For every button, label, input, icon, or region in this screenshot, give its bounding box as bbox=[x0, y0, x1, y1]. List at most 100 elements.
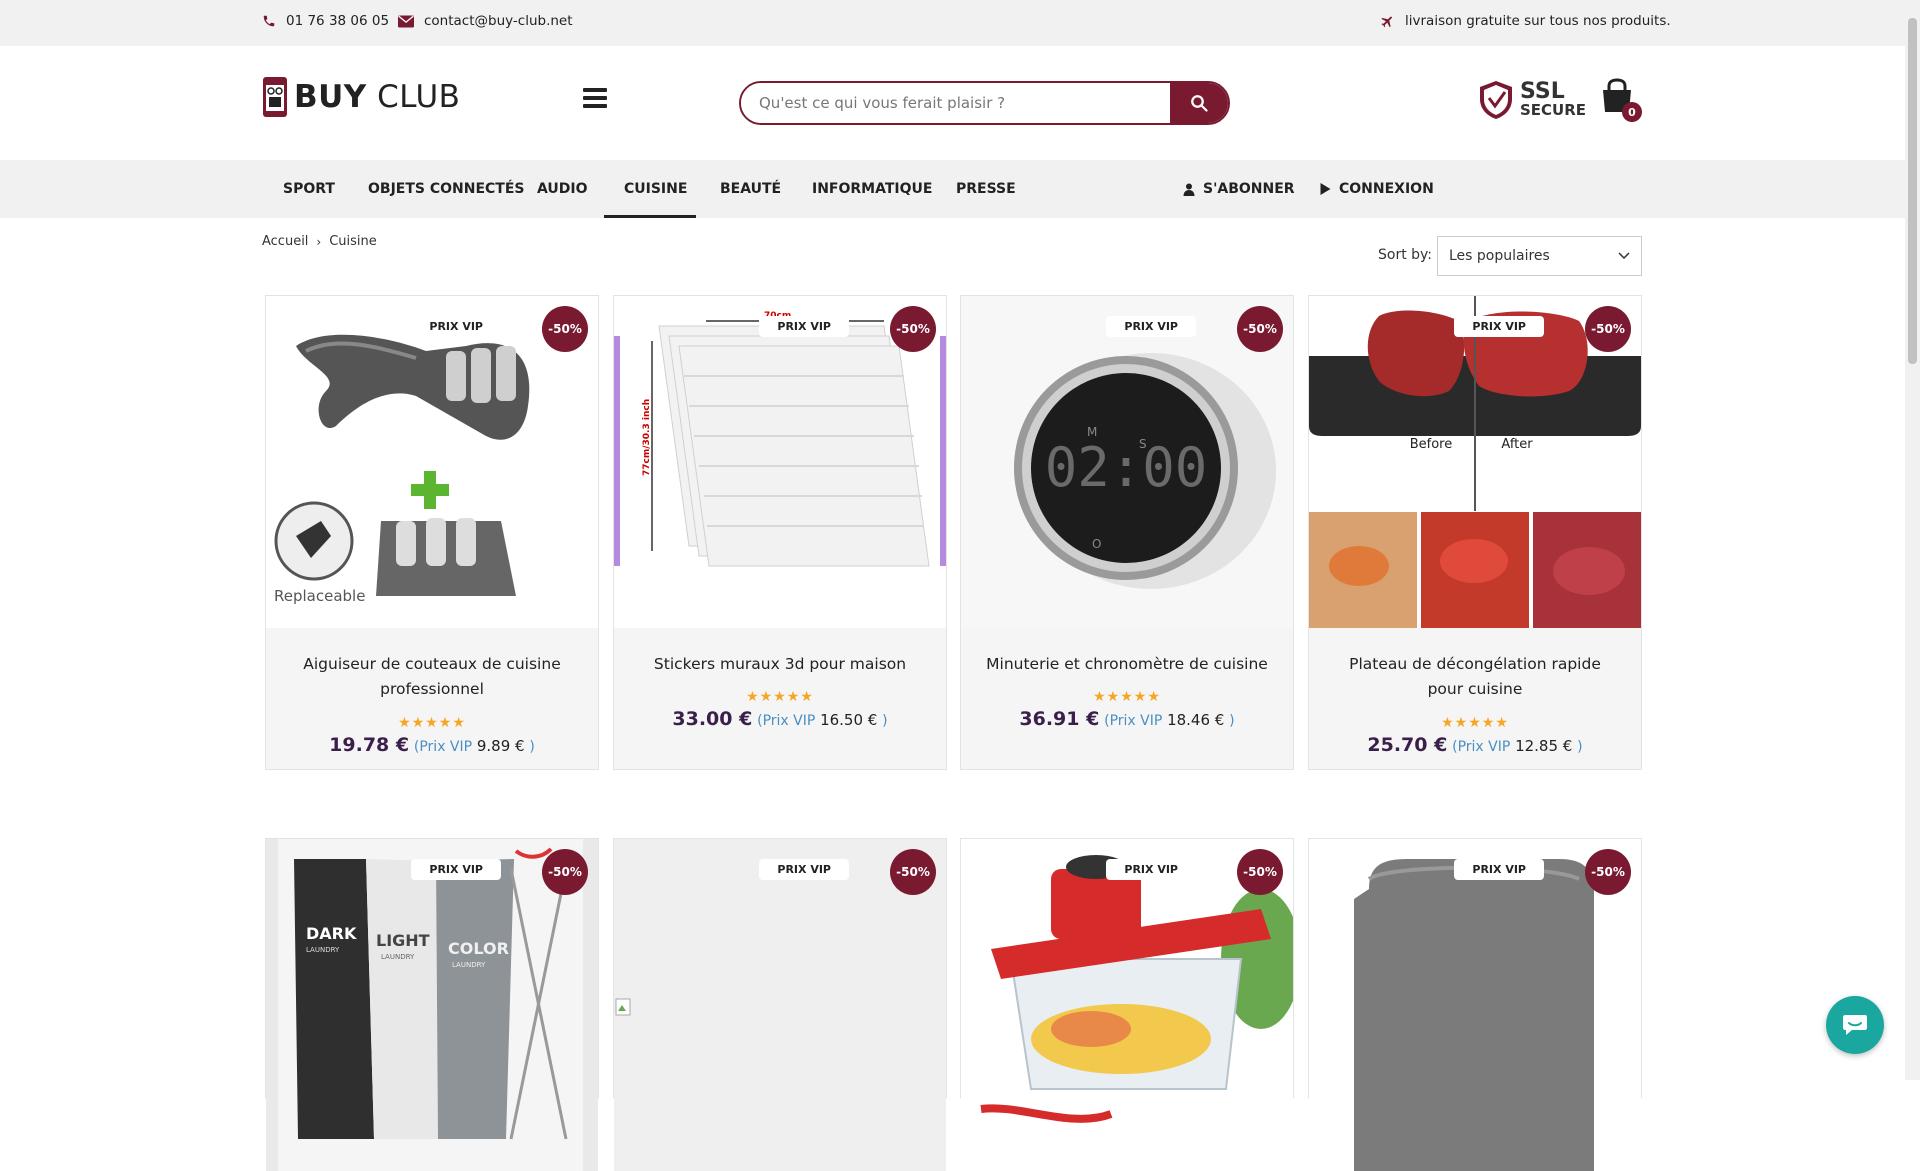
user-icon bbox=[1183, 183, 1195, 196]
sort-value: Les populaires bbox=[1449, 248, 1550, 264]
product-card[interactable]: PRIX VIP -50% bbox=[613, 838, 947, 1171]
search-input[interactable] bbox=[741, 83, 1170, 123]
svg-text:M: M bbox=[1087, 425, 1097, 439]
breadcrumb: Accueil › Cuisine bbox=[262, 234, 377, 249]
price-vip-close: ) bbox=[1229, 713, 1235, 729]
main-nav: SPORT OBJETS CONNECTÉS AUDIO CUISINE BEA… bbox=[0, 160, 1905, 218]
logo[interactable]: BUY CLUB bbox=[262, 76, 460, 118]
nav-item-informatique[interactable]: INFORMATIQUE bbox=[812, 160, 932, 218]
phone-contact[interactable]: 01 76 38 06 05 bbox=[262, 13, 389, 29]
logo-text-light: CLUB bbox=[377, 79, 461, 115]
gray-product-image bbox=[1309, 839, 1641, 1171]
hamper-label-color: COLOR bbox=[448, 939, 509, 958]
product-title[interactable]: Minuterie et chronomètre de cuisine bbox=[981, 652, 1273, 677]
page-scrollbar[interactable] bbox=[1905, 0, 1920, 1080]
product-image: 70cm 77cm/30.3 inch bbox=[614, 296, 946, 628]
discount-badge: -50% bbox=[890, 306, 936, 352]
chat-bubble-icon bbox=[1843, 1015, 1867, 1035]
phone-icon bbox=[263, 15, 275, 27]
breadcrumb-home[interactable]: Accueil bbox=[262, 234, 308, 249]
hamper-sub-dark: LAUNDRY bbox=[306, 946, 340, 954]
logo-text: BUY CLUB bbox=[294, 79, 460, 115]
vip-badge: PRIX VIP bbox=[411, 316, 501, 337]
cart-button[interactable]: 0 bbox=[1600, 78, 1642, 122]
price-vip-label: (Prix VIP bbox=[757, 713, 816, 729]
discount-badge: -50% bbox=[890, 849, 936, 895]
sort-label: Sort by: bbox=[1378, 247, 1433, 263]
price-vip-close: ) bbox=[882, 713, 888, 729]
search-button[interactable] bbox=[1170, 83, 1228, 123]
shipping-notice: livraison gratuite sur tous nos produits… bbox=[1380, 13, 1671, 29]
rating-stars: ★★★★★ bbox=[1441, 715, 1509, 731]
svg-text:S: S bbox=[1139, 437, 1147, 451]
product-image: DARK LAUNDRY LIGHT LAUNDRY COLOR LAUNDRY bbox=[266, 839, 598, 1171]
price-vip-close: ) bbox=[1577, 739, 1583, 755]
discount-badge: -50% bbox=[542, 849, 588, 895]
nav-item-beaute[interactable]: BEAUTÉ bbox=[720, 160, 781, 218]
product-card[interactable]: PRIX VIP -50% bbox=[960, 838, 1294, 1171]
header: BUY CLUB SSL SECURE 0 bbox=[0, 46, 1905, 160]
price-vip-value: 16.50 € bbox=[820, 711, 878, 729]
product-card[interactable]: DARK LAUNDRY LIGHT LAUNDRY COLOR LAUNDRY… bbox=[265, 838, 599, 1171]
subscribe-link[interactable]: S'ABONNER bbox=[1183, 160, 1295, 218]
login-link[interactable]: CONNEXION bbox=[1320, 160, 1434, 218]
product-card[interactable]: Replaceable PRIX VIP -50% Aiguiseur de c… bbox=[265, 295, 599, 770]
product-image bbox=[614, 839, 946, 1171]
svg-text:O: O bbox=[1092, 537, 1101, 551]
discount-badge: -50% bbox=[542, 306, 588, 352]
hamburger-line bbox=[583, 96, 607, 100]
product-price: 19.78 € (Prix VIP 9.89 € ) bbox=[266, 734, 598, 756]
hamburger-line bbox=[583, 88, 607, 92]
ssl-line2: SECURE bbox=[1520, 101, 1587, 119]
product-card[interactable]: Before After PRIX VIP -50% Plateau de dé… bbox=[1308, 295, 1642, 770]
price-vip-close: ) bbox=[529, 739, 535, 755]
broken-image-icon bbox=[614, 839, 946, 1171]
product-title[interactable]: Plateau de décongélation rapide pour cui… bbox=[1329, 652, 1621, 702]
nav-item-presse[interactable]: PRESSE bbox=[956, 160, 1016, 218]
hamper-label-dark: DARK bbox=[306, 924, 357, 943]
product-price: 33.00 € (Prix VIP 16.50 € ) bbox=[614, 708, 946, 730]
discount-badge: -50% bbox=[1237, 849, 1283, 895]
product-card[interactable]: 70cm 77cm/30.3 inch PRIX VIP -50% Sticke… bbox=[613, 295, 947, 770]
sort-dropdown[interactable]: Les populaires bbox=[1437, 236, 1642, 276]
menu-toggle-button[interactable] bbox=[583, 88, 607, 108]
product-title[interactable]: Stickers muraux 3d pour maison bbox=[634, 652, 926, 677]
nav-item-audio[interactable]: AUDIO bbox=[537, 160, 588, 218]
discount-badge: -50% bbox=[1585, 306, 1631, 352]
height-label: 77cm/30.3 inch bbox=[642, 399, 652, 476]
subscribe-label: S'ABONNER bbox=[1203, 181, 1295, 197]
product-title[interactable]: Aiguiseur de couteaux de cuisine profess… bbox=[286, 652, 578, 702]
rating-stars: ★★★★★ bbox=[746, 689, 814, 705]
envelope-icon bbox=[398, 15, 414, 27]
ssl-text: SSL SECURE bbox=[1520, 81, 1587, 119]
product-card[interactable]: PRIX VIP -50% bbox=[1308, 838, 1642, 1171]
product-image bbox=[961, 839, 1293, 1171]
vip-badge: PRIX VIP bbox=[759, 859, 849, 880]
vip-badge: PRIX VIP bbox=[1106, 316, 1196, 337]
price-main: 33.00 € bbox=[672, 708, 753, 730]
product-card[interactable]: 02:00 M S O PRIX VIP -50% Minuterie et c… bbox=[960, 295, 1294, 770]
logo-text-bold: BUY bbox=[294, 79, 367, 115]
plane-icon bbox=[1381, 16, 1392, 27]
vip-badge: PRIX VIP bbox=[1106, 859, 1196, 880]
scrollbar-thumb[interactable] bbox=[1908, 18, 1917, 364]
discount-badge: -50% bbox=[1585, 849, 1631, 895]
phone-number: 01 76 38 06 05 bbox=[286, 13, 390, 29]
email-contact[interactable]: contact@buy-club.net bbox=[398, 13, 573, 29]
chat-button[interactable] bbox=[1826, 996, 1884, 1054]
price-main: 36.91 € bbox=[1019, 708, 1100, 730]
price-vip-value: 9.89 € bbox=[476, 737, 525, 755]
shipping-text: livraison gratuite sur tous nos produits… bbox=[1405, 13, 1671, 29]
logo-icon bbox=[263, 77, 287, 117]
chevron-down-icon bbox=[1618, 252, 1630, 260]
vip-badge: PRIX VIP bbox=[1454, 316, 1544, 337]
nav-item-objets-connectes[interactable]: OBJETS CONNECTÉS bbox=[368, 160, 525, 218]
shield-icon bbox=[1480, 81, 1512, 119]
vip-badge: PRIX VIP bbox=[759, 316, 849, 337]
nav-item-cuisine[interactable]: CUISINE bbox=[624, 160, 687, 218]
replaceable-label: Replaceable bbox=[274, 587, 365, 605]
price-vip-label: (Prix VIP bbox=[1104, 713, 1163, 729]
top-bar: 01 76 38 06 05 contact@buy-club.net livr… bbox=[0, 0, 1905, 46]
nav-item-sport[interactable]: SPORT bbox=[283, 160, 335, 218]
after-label: After bbox=[1501, 437, 1533, 452]
